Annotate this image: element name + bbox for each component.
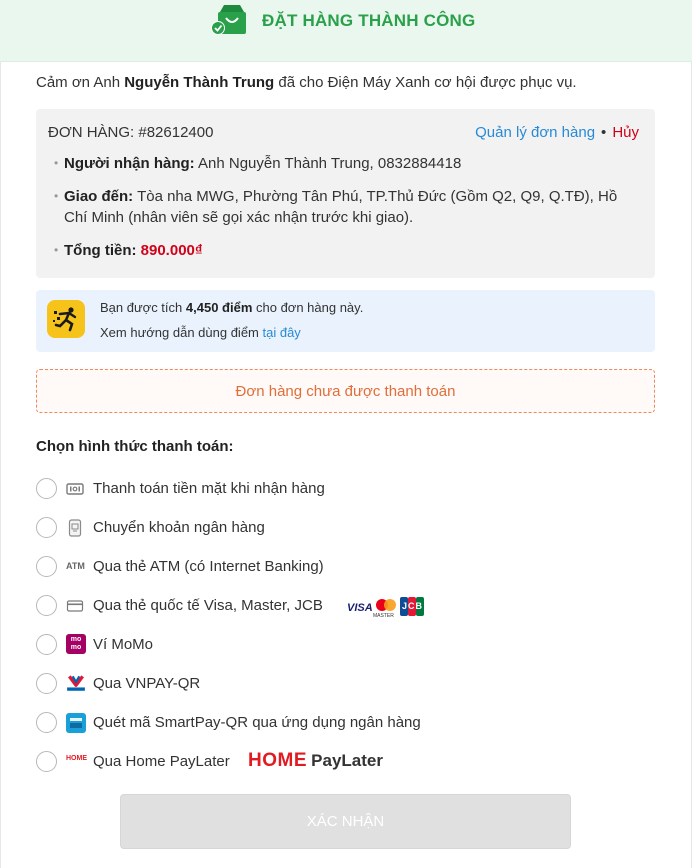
receiver-label: Người nhận hàng:	[64, 155, 195, 172]
cancel-order-link[interactable]: Hủy	[612, 124, 639, 141]
atm-icon: ATM	[66, 561, 85, 571]
points-icon	[47, 300, 85, 338]
guide-prefix: Xem hướng dẫn dùng điểm	[100, 325, 263, 340]
home-logo-word: HOME	[248, 750, 307, 771]
home-paylater-icon: HOME	[66, 755, 88, 769]
order-actions: Quản lý đơn hàng • Hủy	[475, 124, 639, 141]
shopping-bag-check-icon	[211, 5, 246, 35]
points-suffix: cho đơn hàng này.	[252, 300, 364, 315]
loyalty-points-box: Bạn được tích 4,450 điểm cho đơn hàng nà…	[36, 290, 655, 352]
radio-button[interactable]	[36, 556, 57, 577]
cash-icon	[66, 483, 84, 495]
bullet-dot: •	[54, 189, 59, 203]
radio-button[interactable]	[36, 712, 57, 733]
radio-button[interactable]	[36, 634, 57, 655]
visa-logo: VISA	[347, 602, 373, 614]
points-guide-text: Xem hướng dẫn dùng điểm tại đây	[100, 325, 301, 340]
order-summary: ĐƠN HÀNG: #82612400 Quản lý đơn hàng • Hủy…	[36, 109, 655, 278]
points-amount: 4,450 điểm	[185, 300, 253, 315]
payment-option-bank-transfer[interactable]: Chuyển khoản ngân hàng	[36, 516, 636, 540]
points-prefix: Bạn được tích	[100, 300, 186, 315]
payment-option-label: Qua Home PayLater	[93, 753, 230, 770]
radio-button[interactable]	[36, 673, 57, 694]
momo-icon: mo mo	[66, 634, 86, 654]
payment-option-card[interactable]: Qua thẻ quốc tế Visa, Master, JCB VISA M…	[36, 594, 636, 619]
credit-card-icon	[66, 600, 84, 612]
payment-option-momo[interactable]: mo mo Ví MoMo	[36, 633, 636, 657]
delivery-value: Tòa nha MWG, Phường Tân Phú, TP.Thủ Đức …	[64, 188, 618, 226]
bullet-dot: •	[54, 243, 59, 257]
payment-option-label: Qua VNPAY-QR	[93, 675, 201, 692]
thank-you-message: Cảm ơn Anh Nguyễn Thành Trung đã cho Điệ…	[36, 74, 577, 91]
payment-method-title: Chọn hình thức thanh toán:	[36, 438, 234, 455]
home-paylater-mini-logo: HOME	[66, 755, 87, 762]
success-header: ĐẶT HÀNG THÀNH CÔNG	[0, 0, 692, 62]
momo-icon-text: mo mo	[70, 636, 82, 651]
payment-option-label: Qua thẻ ATM (có Internet Banking)	[93, 558, 324, 575]
home-paylater-logo: HOME PayLater	[248, 750, 383, 772]
radio-button[interactable]	[36, 517, 57, 538]
manage-orders-link[interactable]: Quản lý đơn hàng	[475, 124, 595, 141]
action-separator: •	[601, 124, 607, 141]
radio-button[interactable]	[36, 595, 57, 616]
confirm-button[interactable]: XÁC NHẬN	[120, 794, 571, 849]
points-earned-text: Bạn được tích 4,450 điểm cho đơn hàng nà…	[100, 300, 363, 315]
bank-transfer-icon	[68, 519, 82, 537]
delivery-line: • Giao đến: Tòa nha MWG, Phường Tân Phú,…	[54, 186, 644, 228]
running-man-icon	[53, 307, 77, 332]
payment-option-label: Chuyển khoản ngân hàng	[93, 519, 265, 536]
receiver-value: Anh Nguyễn Thành Trung, 0832884418	[194, 155, 462, 172]
customer-name: Nguyễn Thành Trung	[124, 74, 275, 91]
payment-option-cash[interactable]: Thanh toán tiền mặt khi nhận hàng	[36, 477, 636, 501]
smartpay-icon	[66, 713, 86, 733]
page-title: ĐẶT HÀNG THÀNH CÔNG	[262, 11, 476, 30]
delivery-label: Giao đến:	[64, 188, 134, 205]
vnpay-icon	[67, 675, 85, 691]
order-code: ĐƠN HÀNG: #82612400	[48, 124, 214, 141]
receiver-line: • Người nhận hàng: Anh Nguyễn Thành Trun…	[54, 153, 644, 174]
payment-option-atm[interactable]: ATM Qua thẻ ATM (có Internet Banking)	[36, 555, 636, 579]
unpaid-notice-text: Đơn hàng chưa được thanh toán	[235, 383, 456, 400]
total-price: 890.000₫	[140, 242, 203, 259]
thanks-suffix: đã cho Điện Máy Xanh cơ hội được phục vụ…	[274, 74, 577, 91]
thanks-prefix: Cảm ơn Anh	[36, 74, 125, 91]
mastercard-logo	[376, 599, 396, 611]
payment-option-home-paylater[interactable]: HOME Qua Home PayLater HOME PayLater	[36, 750, 636, 774]
payment-option-label: Thanh toán tiền mặt khi nhận hàng	[93, 480, 325, 497]
payment-option-label: Quét mã SmartPay-QR qua ứng dụng ngân hà…	[93, 714, 421, 731]
payment-option-label: Qua thẻ quốc tế Visa, Master, JCB	[93, 597, 323, 614]
paylater-logo-word: PayLater	[311, 751, 383, 770]
radio-button[interactable]	[36, 751, 57, 772]
radio-button[interactable]	[36, 478, 57, 499]
points-guide-link[interactable]: tại đây	[263, 325, 301, 340]
total-label: Tổng tiền:	[64, 242, 137, 259]
bullet-dot: •	[54, 156, 59, 170]
mastercard-text: MASTER	[373, 613, 394, 619]
unpaid-notice: Đơn hàng chưa được thanh toán	[36, 369, 655, 413]
total-line: • Tổng tiền: 890.000₫	[54, 240, 644, 261]
jcb-logo: JCB	[402, 601, 424, 611]
payment-option-label: Ví MoMo	[93, 636, 154, 653]
payment-option-vnpay[interactable]: Qua VNPAY-QR	[36, 672, 636, 696]
payment-option-smartpay[interactable]: Quét mã SmartPay-QR qua ứng dụng ngân hà…	[36, 711, 636, 735]
